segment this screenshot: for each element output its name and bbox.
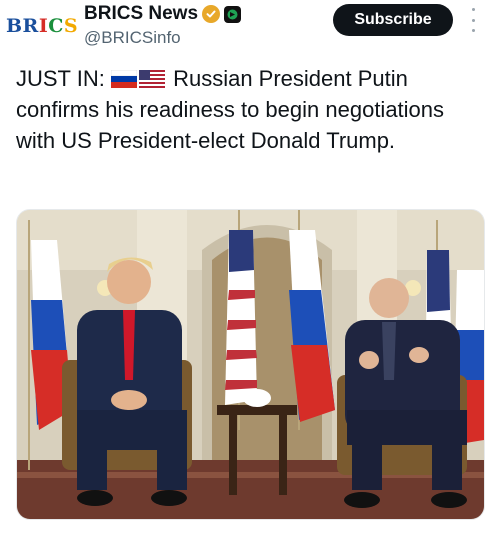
avatar[interactable]: BRICS bbox=[6, 8, 78, 44]
russia-flag-icon bbox=[110, 70, 137, 88]
affiliate-badge-icon[interactable] bbox=[224, 5, 242, 23]
brics-logo: BRICS bbox=[5, 15, 79, 37]
subscribe-button[interactable]: Subscribe bbox=[333, 4, 453, 36]
tweet-prefix: JUST IN: bbox=[16, 66, 105, 91]
handle[interactable]: @BRICSinfo bbox=[84, 28, 241, 48]
verified-badge-icon[interactable] bbox=[202, 5, 221, 23]
usa-flag-icon bbox=[138, 70, 165, 88]
display-name[interactable]: BRICS News bbox=[84, 3, 198, 25]
tweet-text: JUST IN: Russian President Putin confirm… bbox=[16, 63, 486, 156]
more-vertical-icon[interactable] bbox=[466, 8, 480, 32]
tweet-photo[interactable] bbox=[16, 209, 485, 520]
author-block: BRICS News @BRICSinfo bbox=[84, 3, 242, 48]
photo-scene bbox=[17, 210, 484, 519]
